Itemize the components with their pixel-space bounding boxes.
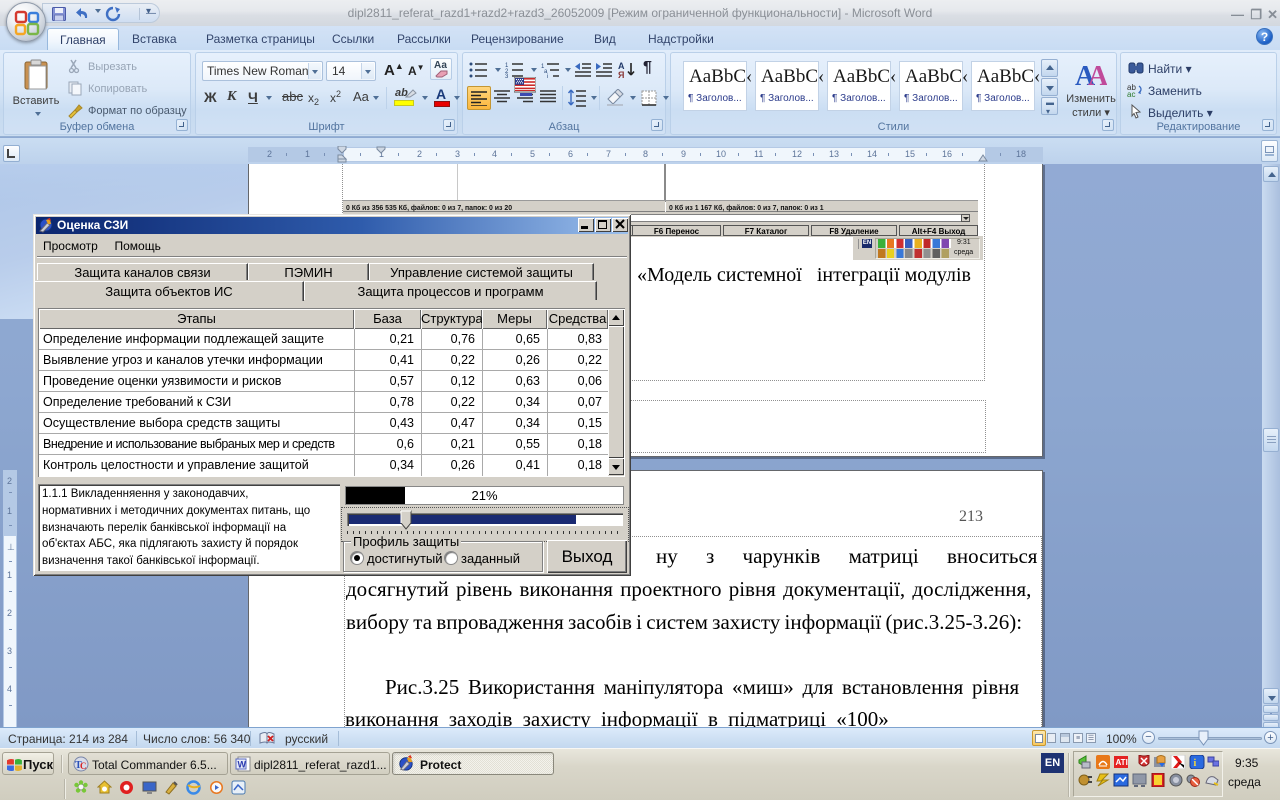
svg-text:C: C [80,761,87,771]
svg-text:ATI: ATI [1116,758,1128,767]
svg-text:i: i [1194,758,1197,769]
svg-text:ac: ac [1127,90,1135,97]
svg-text:A: A [1088,61,1107,89]
svg-text:W: W [238,760,247,770]
svg-text:i: i [547,74,548,78]
svg-text:3: 3 [505,74,509,78]
svg-text:Я: Я [618,70,624,79]
